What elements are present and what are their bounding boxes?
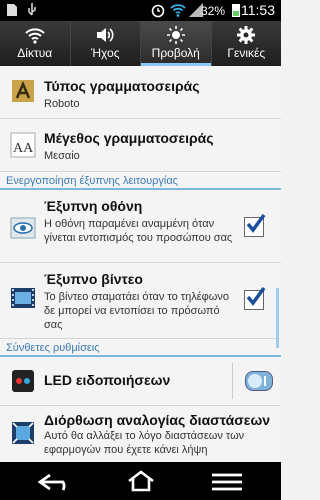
navigation-bar: [0, 462, 281, 500]
font-size-title: Μέγεθος γραμματοσειράς: [44, 130, 214, 146]
led-toggle-switch[interactable]: [245, 371, 273, 391]
tab-sound[interactable]: Ήχος: [69, 21, 141, 66]
brightness-icon: [166, 26, 185, 44]
led-icon: [12, 370, 34, 392]
font-size-icon: AA: [10, 132, 36, 158]
home-icon[interactable]: [126, 469, 156, 493]
battery-percent: 32%: [201, 4, 226, 18]
aspect-ratio-title: Διόρθωση αναλογίας διαστάσεων: [44, 412, 271, 428]
settings-tabs: Δίκτυα Ήχος Προβολή Γενικές: [0, 21, 281, 66]
checkmark-icon: [246, 214, 266, 233]
smart-screen-checkbox[interactable]: [244, 214, 266, 237]
checkmark-icon: [246, 287, 266, 306]
sd-card-icon: [7, 4, 17, 16]
tab-label: Δίκτυα: [17, 46, 53, 60]
divider: [232, 363, 233, 399]
smart-screen-row[interactable]: Έξυπνη οθόνη Η οθόνη παραμένει αναμμένη …: [0, 190, 281, 263]
aspect-ratio-desc: Αυτό θα αλλάξει το λόγο διαστάσεων των ε…: [44, 430, 245, 456]
tab-general[interactable]: Γενικές: [210, 21, 282, 66]
display-settings-list: Τύπος γραμματοσειράς Roboto AA Μέγεθος γ…: [0, 66, 281, 462]
aspect-icon: [12, 422, 34, 444]
smart-video-row[interactable]: Έξυπνο βίντεο Το βίντεο σταματάει όταν τ…: [0, 263, 281, 339]
led-notifications-title: LED ειδοποιήσεων: [44, 372, 171, 388]
tab-networks[interactable]: Δίκτυα: [0, 21, 70, 66]
smart-video-desc: Το βίντεο σταματάει όταν το τηλέφωνο δε …: [44, 291, 230, 331]
font-type-row[interactable]: Τύπος γραμματοσειράς Roboto: [0, 66, 281, 119]
eye-icon: [10, 217, 36, 239]
font-size-value: Μεσαίο: [44, 150, 80, 162]
aspect-ratio-row[interactable]: Διόρθωση αναλογίας διαστάσεων Αυτό θα αλ…: [0, 406, 281, 462]
tab-display[interactable]: Προβολή: [140, 21, 211, 66]
alarm-icon: [151, 4, 165, 18]
toggle-on-mark: [264, 376, 266, 386]
back-icon[interactable]: [36, 471, 76, 493]
speaker-icon: [97, 28, 114, 42]
smart-screen-desc: Η οθόνη παραμένει αναμμένη όταν γίνεται …: [44, 218, 233, 244]
status-bar: 32% 11:53: [0, 0, 281, 21]
tab-label: Προβολή: [151, 46, 200, 60]
led-notifications-row[interactable]: LED ειδοποιήσεων: [0, 357, 281, 406]
font-type-icon: [12, 80, 34, 102]
font-type-title: Τύπος γραμματοσειράς: [44, 78, 200, 94]
section-smart-features: Ενεργοποίηση έξυπνης λειτουργίας: [0, 172, 281, 190]
smart-screen-title: Έξυπνη οθόνη: [44, 198, 143, 214]
tab-label: Ήχος: [91, 46, 120, 60]
wifi-icon: [25, 28, 45, 44]
gear-icon: [237, 26, 256, 44]
film-icon: [11, 288, 35, 308]
clock: 11:53: [241, 2, 275, 18]
toggle-thumb: [248, 374, 262, 388]
font-size-row[interactable]: AA Μέγεθος γραμματοσειράς Μεσαίο: [0, 119, 281, 172]
section-advanced-settings: Σύνθετες ρυθμίσεις: [0, 339, 281, 357]
svg-text:AA: AA: [13, 141, 34, 156]
smart-video-checkbox[interactable]: [244, 287, 266, 310]
wifi-status-icon: [170, 4, 186, 17]
smart-video-title: Έξυπνο βίντεο: [44, 271, 143, 287]
usb-icon: [28, 3, 36, 16]
font-type-value: Roboto: [44, 98, 80, 110]
scrollbar[interactable]: [276, 288, 279, 348]
menu-icon[interactable]: [210, 472, 244, 492]
tab-label: Γενικές: [227, 46, 266, 60]
